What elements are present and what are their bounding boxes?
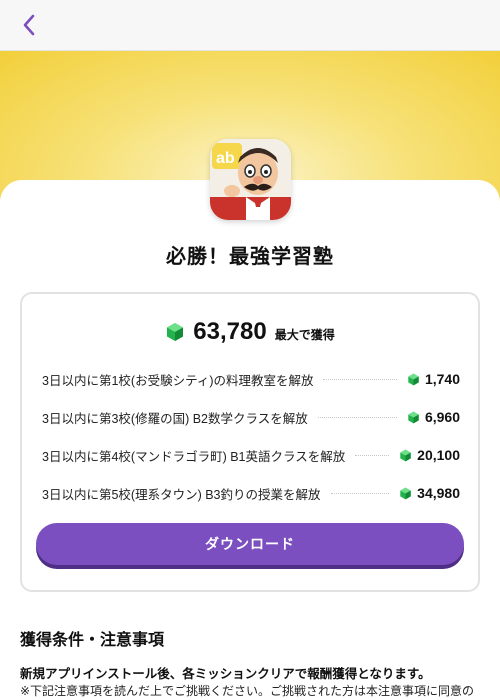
total-reward-value: 63,780 [193, 318, 267, 345]
mission-reward-value: 1,740 [424, 371, 460, 387]
mission-row: 3日以内に第1校(お受験シティ)の料理教室を解放 1,740 [42, 360, 460, 398]
conditions-note-text: ※下記注意事項を読んだ上でご挑戦ください。ご挑戦された方は本注意事項に同意の [20, 684, 475, 698]
chef-character-icon: ab [210, 139, 291, 220]
mission-reward: 1,740 [407, 371, 460, 387]
mission-reward: 6,960 [407, 409, 460, 425]
mission-reward-value: 6,960 [424, 409, 460, 425]
mission-row: 3日以内に第5校(理系タウン) B3釣りの授業を解放 34,980 [42, 474, 460, 512]
conditions-title: 獲得条件・注意事項 [20, 632, 165, 649]
dotted-leader [317, 416, 397, 418]
green-gem-icon [408, 411, 419, 423]
dotted-leader [323, 378, 397, 380]
mission-reward-value: 20,100 [417, 447, 460, 463]
mission-list: 3日以内に第1校(お受験シティ)の料理教室を解放 1,740 3日以内に第3校(… [42, 360, 460, 512]
mission-reward-value: 34,980 [417, 485, 460, 501]
app-icon: ab [210, 139, 291, 220]
reward-card: 63,780 最大で獲得 3日以内に第1校(お受験シティ)の料理教室を解放 1,… [20, 292, 480, 592]
green-gem-icon [167, 323, 184, 341]
back-button[interactable] [14, 10, 44, 40]
top-bar [0, 0, 500, 51]
dotted-leader [355, 454, 390, 456]
mission-label: 3日以内に第3校(修羅の国) B2数学クラスを解放 [42, 411, 308, 426]
green-gem-icon [408, 373, 419, 385]
total-reward: 63,780 最大で獲得 [22, 318, 478, 346]
dotted-leader [330, 492, 390, 494]
mission-reward: 34,980 [399, 485, 460, 501]
mission-row: 3日以内に第3校(修羅の国) B2数学クラスを解放 6,960 [42, 398, 460, 436]
mission-label: 3日以内に第5校(理系タウン) B3釣りの授業を解放 [42, 487, 321, 502]
mission-reward: 20,100 [399, 447, 460, 463]
mission-row: 3日以内に第4校(マンドラゴラ町) B1英語クラスを解放 20,100 [42, 436, 460, 474]
mission-label: 3日以内に第4校(マンドラゴラ町) B1英語クラスを解放 [42, 449, 346, 464]
green-gem-icon [400, 487, 411, 499]
app-title: 必勝！最強学習塾 [166, 246, 334, 268]
conditions-main-text: 新規アプリインストール後、各ミッションクリアで報酬獲得となります。 [20, 667, 431, 681]
download-button[interactable]: ダウンロード [36, 523, 464, 565]
mission-label: 3日以内に第1校(お受験シティ)の料理教室を解放 [42, 373, 314, 388]
green-gem-icon [400, 449, 411, 461]
svg-text:ab: ab [216, 150, 235, 167]
total-reward-suffix: 最大で獲得 [274, 328, 335, 342]
chevron-left-icon [23, 14, 35, 36]
